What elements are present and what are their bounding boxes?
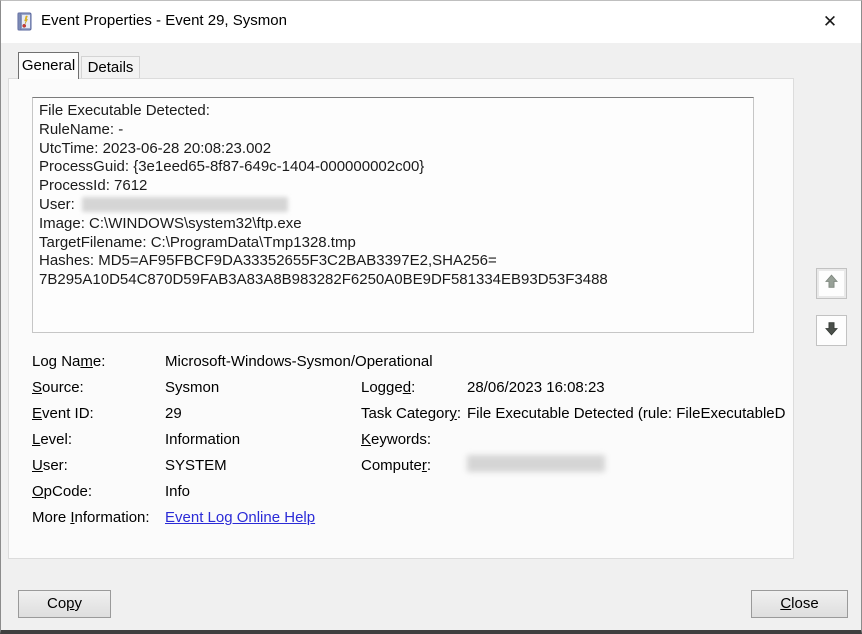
- desc-line: File Executable Detected:: [39, 102, 210, 119]
- event-description-box[interactable]: File Executable Detected: RuleName: - Ut…: [32, 97, 754, 333]
- tab-details[interactable]: Details: [81, 56, 140, 79]
- next-event-button[interactable]: [816, 315, 847, 346]
- event-log-online-help-link[interactable]: Event Log Online Help: [165, 509, 315, 526]
- event-log-icon: [15, 12, 33, 31]
- desc-line: Image: C:\WINDOWS\system32\ftp.exe: [39, 214, 302, 232]
- window-title: Event Properties - Event 29, Sysmon: [41, 12, 287, 29]
- desc-user-label: User:: [39, 195, 75, 213]
- field-label-log-name: Log Name:: [32, 353, 106, 370]
- event-properties-dialog: Event Properties - Event 29, Sysmon ✕ De…: [0, 0, 862, 634]
- scroll-up-icon: [823, 273, 840, 295]
- field-value-source: Sysmon: [165, 379, 220, 396]
- field-label-level: Level:: [32, 431, 73, 448]
- desc-line: TargetFilename: C:\ProgramData\Tmp1328.t…: [39, 233, 356, 251]
- desc-line: ProcessGuid: {3e1eed65-8f87-649c-1404-00…: [39, 158, 425, 176]
- field-label-user: User:: [32, 457, 68, 474]
- close-icon[interactable]: ✕: [817, 9, 843, 35]
- desc-line-user: User:: [39, 196, 747, 215]
- field-label-event-id: Event ID:: [32, 405, 94, 422]
- desc-line: ProcessId: 7612: [39, 177, 148, 195]
- field-label-keywords: Keywords:: [361, 431, 432, 448]
- desc-line: UtcTime: 2023-06-28 20:08:23.002: [39, 139, 272, 157]
- dialog-footer: Copy Close: [1, 559, 861, 630]
- tab-general[interactable]: General: [18, 52, 79, 79]
- scroll-down-icon: [823, 320, 840, 342]
- field-value-logged: 28/06/2023 16:08:23: [467, 379, 605, 396]
- field-value-user: SYSTEM: [165, 457, 227, 474]
- field-value-event-id: 29: [165, 405, 182, 422]
- field-value-opcode: Info: [165, 483, 191, 500]
- field-label-opcode: OpCode:: [32, 483, 93, 500]
- field-label-computer: Computer:: [361, 457, 432, 474]
- previous-event-button[interactable]: [816, 268, 847, 299]
- field-label-logged: Logged:: [361, 379, 416, 396]
- field-label-more-information: More Information:: [32, 509, 150, 526]
- title-bar: Event Properties - Event 29, Sysmon ✕: [1, 1, 861, 43]
- redacted-computer-value: [467, 455, 605, 472]
- copy-button[interactable]: Copy: [18, 590, 111, 618]
- field-value-log-name: Microsoft-Windows-Sysmon/Operational: [165, 353, 433, 370]
- redacted-user-value: [81, 196, 288, 212]
- close-button[interactable]: Close: [751, 590, 848, 618]
- desc-line: Hashes: MD5=AF95FBCF9DA33352655F3C2BAB33…: [39, 252, 497, 270]
- field-value-task-category: File Executable Detected (rule: FileExec…: [467, 405, 786, 422]
- field-value-level: Information: [165, 431, 241, 448]
- desc-line: 7B295A10D54C870D59FAB3A83A8B983282F6250A…: [39, 271, 608, 289]
- field-label-source: Source:: [32, 379, 84, 396]
- field-label-task-category: Task Category:: [361, 405, 462, 422]
- desc-line: RuleName: -: [39, 120, 124, 138]
